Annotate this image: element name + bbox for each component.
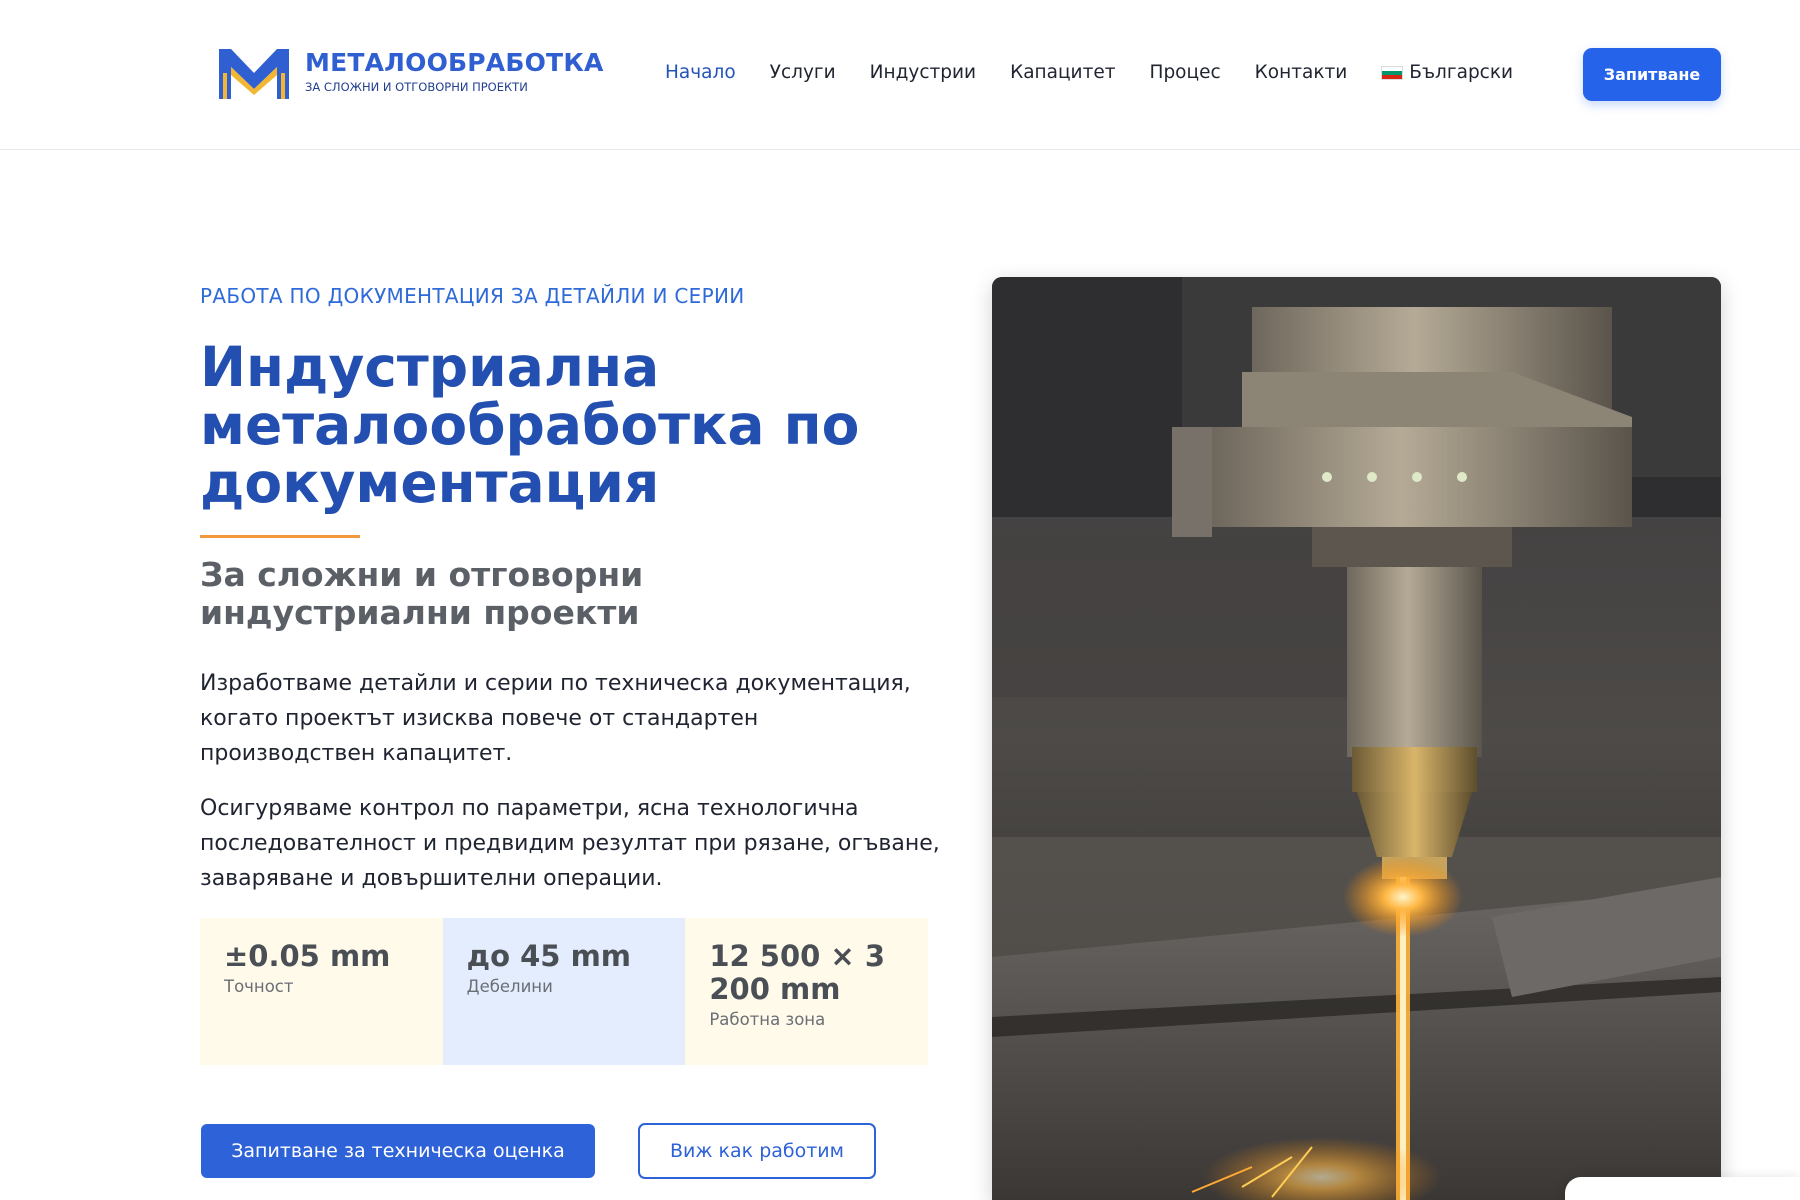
stat-value: ±0.05 mm (224, 939, 391, 973)
stat-card-work-area: 12 500 × 3 200 mm Работна зона (685, 918, 929, 1065)
technical-assessment-button[interactable]: Запитване за техническа оценка (201, 1124, 595, 1178)
nav-item-services[interactable]: Услуги (770, 62, 836, 83)
stat-label: Дебелини (466, 977, 553, 996)
logo[interactable]: МЕТАЛООБРАБОТКА ЗА СЛОЖНИ И ОТГОВОРНИ ПР… (217, 43, 604, 101)
stats-row: ±0.05 mm Точност до 45 mm Дебелини 12 50… (200, 918, 929, 1065)
site-header: МЕТАЛООБРАБОТКА ЗА СЛОЖНИ И ОТГОВОРНИ ПР… (0, 0, 1800, 150)
brand-subtitle: ЗА СЛОЖНИ И ОТГОВОРНИ ПРОЕКТИ (305, 80, 528, 94)
hero-subheadline: За сложни и отговорни индустриални проек… (200, 555, 644, 632)
hero-paragraph-2: Осигуряваме контрол по параметри, ясна т… (200, 796, 940, 891)
nav-item-capacity[interactable]: Капацитет (1010, 62, 1115, 83)
laser-cutting-head-icon (992, 277, 1721, 1200)
language-switcher[interactable]: Български (1381, 62, 1513, 83)
brand-title: МЕТАЛООБРАБОТКА (305, 48, 604, 77)
nav-item-industries[interactable]: Индустрии (870, 62, 976, 83)
accent-divider (200, 535, 360, 538)
stat-value: 12 500 × 3 200 mm (709, 939, 886, 1006)
hero-image (992, 277, 1721, 1200)
stat-label: Работна зона (709, 1010, 826, 1029)
inquiry-button[interactable]: Запитване (1583, 48, 1721, 101)
stat-card-thickness: до 45 mm Дебелини (442, 918, 686, 1065)
logo-m-icon (219, 49, 289, 99)
stat-value: до 45 mm (466, 939, 632, 973)
stat-card-precision: ±0.05 mm Точност (200, 918, 443, 1065)
stat-label: Точност (224, 977, 294, 996)
floating-card (1565, 1177, 1800, 1200)
main-nav: Начало Услуги Индустрии Капацитет Процес… (665, 62, 1513, 83)
nav-item-process[interactable]: Процес (1150, 62, 1221, 83)
nav-item-contacts[interactable]: Контакти (1255, 62, 1348, 83)
language-label: Български (1409, 62, 1514, 83)
nav-item-home[interactable]: Начало (665, 62, 736, 83)
hero-paragraph-1: Изработваме детайли и серии по техническ… (200, 671, 911, 766)
hero-headline: Индустриална металообработка по документ… (200, 335, 860, 515)
bulgaria-flag-icon (1381, 65, 1404, 80)
how-we-work-button[interactable]: Виж как работим (638, 1123, 876, 1179)
hero-eyebrow: РАБОТА ПО ДОКУМЕНТАЦИЯ ЗА ДЕТАЙЛИ И СЕРИ… (200, 284, 745, 308)
